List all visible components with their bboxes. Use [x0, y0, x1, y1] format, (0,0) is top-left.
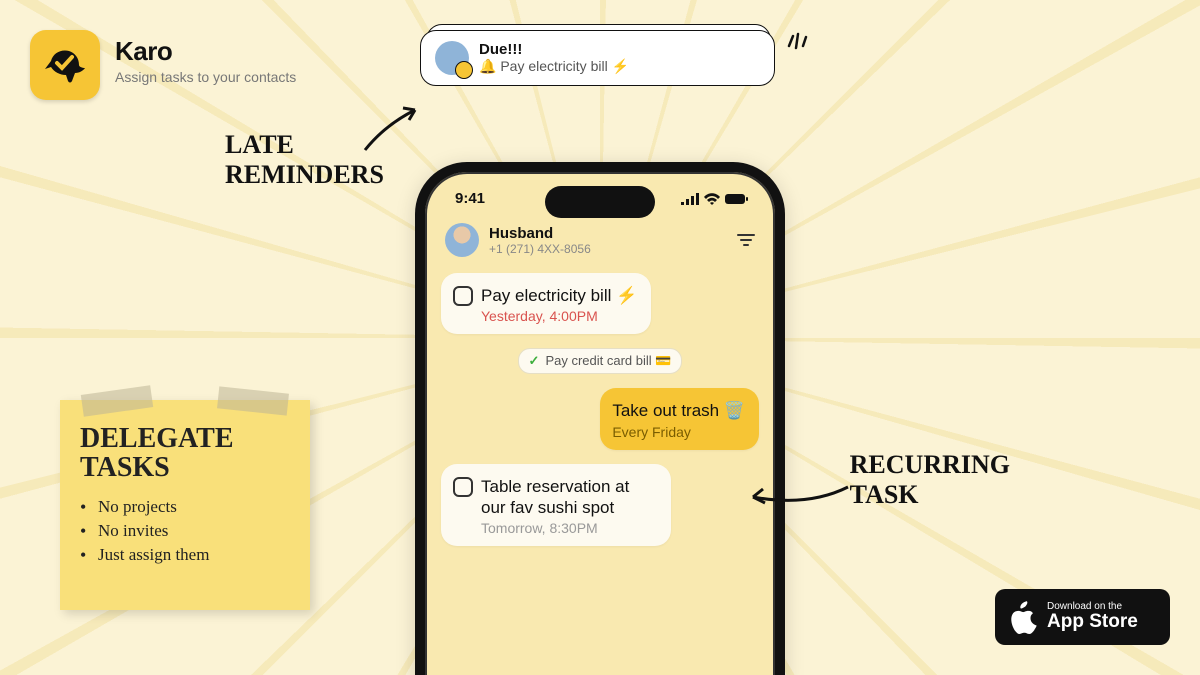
appstore-line2: App Store	[1047, 612, 1138, 633]
list-item: No invites	[80, 521, 290, 541]
app-logo-block: Karo Assign tasks to your contacts	[30, 30, 296, 100]
app-logo-tile	[30, 30, 100, 100]
filter-icon[interactable]	[737, 233, 755, 247]
task-title: Take out trash 🗑️	[612, 400, 745, 421]
list-item: No projects	[80, 497, 290, 517]
task-meta-future: Tomorrow, 8:30PM	[481, 520, 657, 536]
sticky-bullets: No projects No invites Just assign them	[80, 497, 290, 565]
tape-decoration	[217, 386, 289, 415]
app-store-badge[interactable]: Download on the App Store	[995, 589, 1170, 645]
status-time: 9:41	[455, 190, 485, 207]
arrow-icon	[355, 95, 435, 165]
completed-task-label: Pay credit card bill 💳	[545, 353, 671, 369]
task-checkbox[interactable]	[453, 286, 473, 306]
contact-number: +1 (271) 4XX-8056	[489, 242, 591, 256]
task-checkbox[interactable]	[453, 477, 473, 497]
list-item: Just assign them	[80, 545, 290, 565]
bird-check-icon	[41, 41, 89, 89]
sticky-heading: DELEGATE TASKS	[80, 424, 290, 483]
contact-avatar[interactable]	[445, 223, 479, 257]
avatar	[435, 41, 469, 75]
tape-decoration	[81, 385, 153, 417]
task-bubble-reservation[interactable]: Table reservation at our fav sushi spot …	[441, 464, 671, 547]
signal-icon	[681, 193, 699, 205]
battery-icon	[725, 193, 749, 205]
check-icon: ✓	[529, 353, 540, 369]
task-title: Pay electricity bill ⚡	[481, 285, 637, 306]
phone-mockup: 9:41 Husband +1 (271) 4XX-8056 Pay elect…	[415, 162, 785, 675]
app-name: Karo	[115, 36, 296, 67]
task-title: Table reservation at our fav sushi spot	[481, 476, 657, 519]
callout-recurring-task: RECURRING TASK	[850, 450, 1010, 510]
notification-card: Due!!! 🔔 Pay electricity bill ⚡	[420, 30, 775, 86]
completed-task-pill[interactable]: ✓ Pay credit card bill 💳	[518, 348, 683, 374]
apple-icon	[1007, 600, 1037, 634]
task-bubble-trash[interactable]: Take out trash 🗑️ Every Friday	[600, 388, 759, 449]
emphasis-lines-icon	[786, 28, 808, 50]
arrow-icon	[738, 472, 858, 522]
notification-body: 🔔 Pay electricity bill ⚡	[479, 58, 629, 75]
contact-name: Husband	[489, 225, 591, 242]
sticky-note: DELEGATE TASKS No projects No invites Ju…	[60, 400, 310, 610]
message-list: Pay electricity bill ⚡ Yesterday, 4:00PM…	[425, 269, 775, 550]
task-meta-recurring: Every Friday	[612, 424, 745, 440]
wifi-icon	[704, 193, 720, 205]
task-meta-overdue: Yesterday, 4:00PM	[481, 308, 637, 324]
notification-title: Due!!!	[479, 41, 629, 58]
task-bubble-electricity[interactable]: Pay electricity bill ⚡ Yesterday, 4:00PM	[441, 273, 651, 334]
app-tagline: Assign tasks to your contacts	[115, 69, 296, 85]
phone-notch	[545, 186, 655, 218]
